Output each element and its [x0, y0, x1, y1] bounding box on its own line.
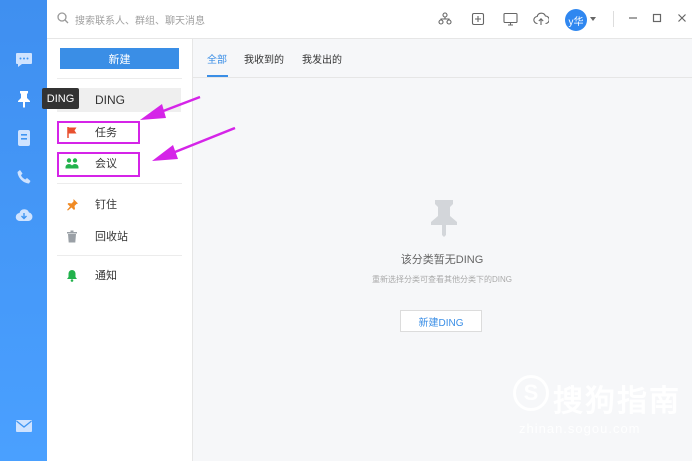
active-tab-indicator [207, 75, 228, 77]
pushpin-icon [65, 197, 79, 211]
sidebar-item-label: 钉住 [95, 199, 117, 211]
sidebar-item-label: DING [95, 93, 125, 107]
highlight-box-meeting [57, 152, 140, 177]
divider [57, 255, 182, 256]
mail-icon[interactable] [14, 416, 34, 436]
top-bar: 搜索联系人、群组、聊天消息 y华 [47, 0, 692, 39]
user-avatar[interactable]: y华 [565, 9, 587, 31]
cloud-disk-icon[interactable] [14, 205, 34, 225]
phone-icon[interactable] [14, 167, 34, 187]
contacts-book-icon[interactable] [14, 128, 34, 148]
cloud-upload-icon[interactable] [533, 11, 549, 27]
sidebar-item-pinned[interactable]: 钉住 [57, 192, 181, 216]
app-rail [0, 0, 47, 461]
screen-share-icon[interactable] [502, 11, 518, 27]
sidebar-item-label: 回收站 [95, 231, 128, 243]
sidebar-item-trash[interactable]: 回收站 [57, 224, 181, 248]
empty-state-title: 该分类暂无DING [400, 254, 484, 266]
minimize-icon[interactable] [627, 12, 639, 24]
rail-tooltip: DING [42, 88, 79, 109]
sidebar-item-label: 通知 [95, 270, 117, 282]
chat-icon[interactable] [14, 50, 34, 70]
sidebar-item-notice[interactable]: 通知 [57, 263, 181, 287]
trash-icon [65, 229, 79, 243]
watermark-url: zhinan.sogou.com [519, 421, 641, 436]
new-button[interactable]: 新建 [60, 48, 179, 69]
watermark-brand: 搜狗指南 [553, 385, 681, 418]
search-placeholder: 搜索联系人、群组、聊天消息 [75, 15, 205, 27]
maximize-icon[interactable] [651, 12, 663, 24]
sogou-logo-icon: S [513, 375, 549, 411]
highlight-box-task [57, 121, 140, 144]
ding-pin-icon[interactable] [14, 89, 34, 109]
tab-bar: 全部 我收到的 我发出的 [193, 39, 692, 78]
org-structure-icon[interactable] [437, 11, 453, 27]
tab-sent[interactable]: 我发出的 [302, 51, 342, 66]
search-box[interactable]: 搜索联系人、群组、聊天消息 [57, 9, 205, 29]
empty-pin-icon [428, 199, 460, 237]
empty-state-subtitle: 重新选择分类可查看其他分类下的DING [372, 275, 512, 284]
search-icon [57, 11, 69, 27]
toolbar-divider [613, 11, 614, 27]
tab-all[interactable]: 全部 [207, 51, 227, 66]
close-icon[interactable] [676, 12, 688, 24]
divider [57, 78, 182, 79]
tab-received[interactable]: 我收到的 [244, 51, 284, 66]
divider [57, 183, 182, 184]
bell-icon [65, 268, 79, 282]
add-square-icon[interactable] [470, 11, 486, 27]
new-ding-button[interactable]: 新建DING [400, 310, 482, 332]
chevron-down-icon[interactable] [590, 17, 596, 21]
